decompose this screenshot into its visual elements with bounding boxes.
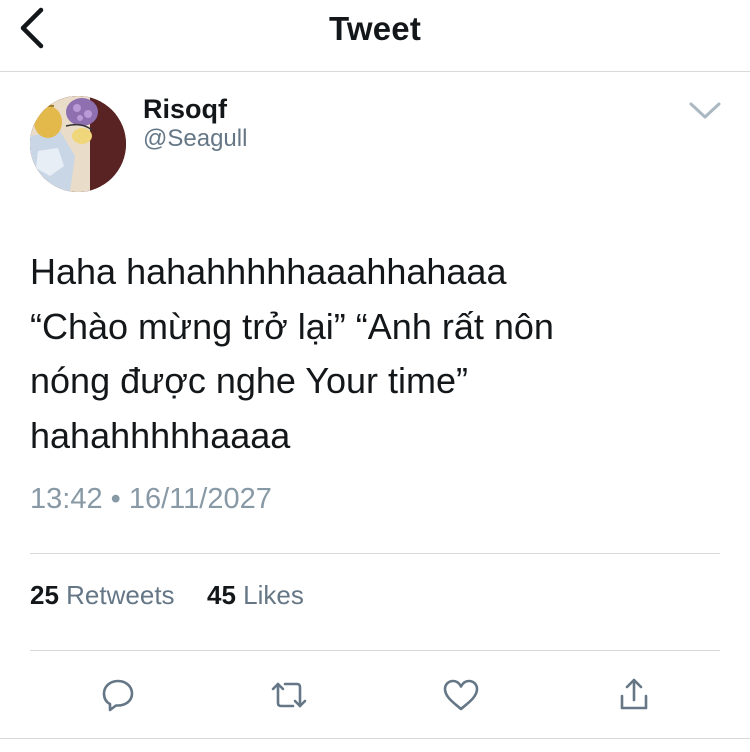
page-title: Tweet <box>328 10 422 47</box>
tweet-text-line: Haha hahahhhhhaaahhahaaa <box>30 251 507 292</box>
heart-icon <box>443 679 479 711</box>
avatar[interactable] <box>30 96 126 192</box>
tweet-text: Haha hahahhhhhaaahhahaaa “Chào mừng trở … <box>30 245 720 463</box>
bottom-divider <box>0 738 750 739</box>
author-display-name[interactable]: Risoqf <box>143 94 227 125</box>
like-button[interactable] <box>441 675 481 715</box>
more-options-button[interactable] <box>686 96 724 126</box>
retweets-link[interactable]: 25 Retweets <box>30 580 182 610</box>
share-button[interactable] <box>614 675 654 715</box>
reply-icon <box>102 679 134 712</box>
divider <box>30 650 720 651</box>
tweet-date: 16/11/2027 <box>128 483 272 515</box>
chevron-down-icon <box>689 102 721 119</box>
likes-link[interactable]: 45 Likes <box>200 580 304 610</box>
likes-label: Likes <box>243 580 304 610</box>
header-divider <box>0 71 750 72</box>
avatar-image <box>30 96 126 192</box>
divider <box>30 553 720 554</box>
likes-count: 45 <box>207 580 236 610</box>
tweet-time: 13:42 <box>30 483 103 515</box>
retweets-label: Retweets <box>66 580 175 610</box>
author-handle[interactable]: @Seagull <box>143 125 247 153</box>
retweet-icon <box>271 682 307 708</box>
retweets-count: 25 <box>30 580 59 610</box>
engagement-stats: 25 Retweets 45 Likes <box>30 580 304 611</box>
top-bar: Tweet <box>0 0 750 72</box>
tweet-text-line: “Chào mừng trở lại” “Anh rất nôn <box>30 305 554 347</box>
share-icon <box>620 678 648 710</box>
reply-button[interactable] <box>98 675 138 715</box>
retweet-button[interactable] <box>269 675 309 715</box>
tweet-timestamp: 13:42 • 16/11/2027 <box>30 483 272 516</box>
tweet-text-line: hahahhhhhaaaa <box>30 414 291 456</box>
tweet-text-line: nóng được nghe Your time” <box>30 360 468 401</box>
timestamp-separator: • <box>110 483 121 515</box>
